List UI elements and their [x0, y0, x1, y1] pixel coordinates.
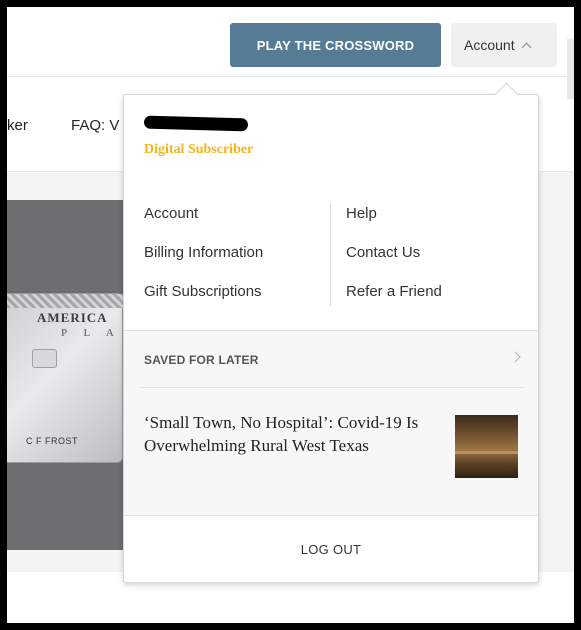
nav-item-faq[interactable]: FAQ: V: [71, 117, 119, 134]
card-brand-text: AMERICA: [37, 310, 108, 325]
account-dropdown: Digital Subscriber Account Billing Infor…: [123, 82, 539, 583]
log-out-button[interactable]: LOG OUT: [124, 516, 538, 582]
menu-item-help[interactable]: Help: [346, 205, 442, 244]
nav-item-partial[interactable]: ker: [7, 117, 28, 134]
site-header: PLAY THE CROSSWORD Account: [7, 7, 574, 99]
saved-for-later-link[interactable]: SAVED FOR LATER: [144, 353, 259, 367]
menu-item-refer-friend[interactable]: Refer a Friend: [346, 283, 442, 322]
card-pattern-strip: [7, 294, 123, 308]
saved-for-later-section: SAVED FOR LATER ‘Small Town, No Hospital…: [124, 331, 538, 515]
account-links-right: Help Contact Us Refer a Friend: [346, 205, 442, 322]
divider: [140, 387, 524, 388]
menu-item-gift-subscriptions[interactable]: Gift Subscriptions: [144, 283, 263, 322]
menu-item-account[interactable]: Account: [144, 205, 263, 244]
saved-article-title[interactable]: ‘Small Town, No Hospital’: Covid-19 Is O…: [144, 411, 444, 457]
credit-card-image: AMERICA P L A C F FROST: [7, 293, 123, 463]
play-crossword-button[interactable]: PLAY THE CROSSWORD: [230, 23, 441, 67]
account-links-left: Account Billing Information Gift Subscri…: [144, 205, 263, 322]
menu-column-divider: [330, 204, 331, 306]
card-holder-name: C F FROST: [26, 436, 78, 446]
subscription-status: Digital Subscriber: [144, 142, 254, 157]
saved-article-thumbnail[interactable]: [455, 415, 518, 478]
browser-viewport: PLAY THE CROSSWORD Account ker FAQ: V AM…: [7, 7, 574, 623]
chevron-up-icon: [521, 42, 532, 52]
card-subtitle-text: P L A: [61, 327, 121, 339]
account-button-label: Account: [464, 37, 515, 53]
redacted-username: [143, 115, 249, 132]
menu-item-billing[interactable]: Billing Information: [144, 244, 263, 283]
account-button[interactable]: Account: [451, 23, 557, 67]
chevron-right-icon[interactable]: [509, 351, 521, 363]
menu-item-contact-us[interactable]: Contact Us: [346, 244, 442, 283]
chip-icon: [32, 349, 57, 368]
